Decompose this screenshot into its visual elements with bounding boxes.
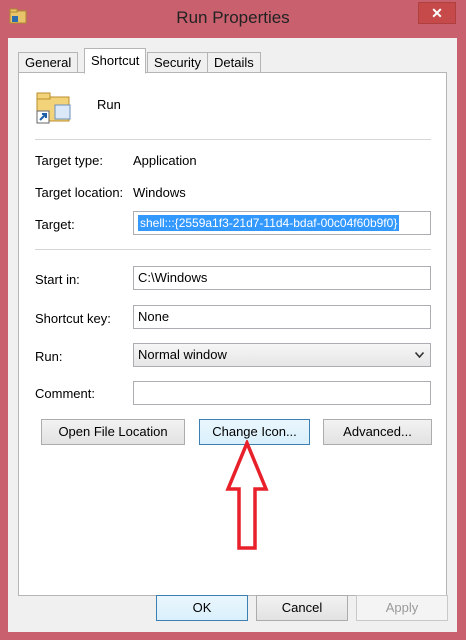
close-button[interactable]: ✕ bbox=[418, 2, 456, 24]
tab-security[interactable]: Security bbox=[147, 52, 208, 74]
tab-general[interactable]: General bbox=[18, 52, 79, 74]
comment-field[interactable] bbox=[133, 381, 431, 405]
advanced-button[interactable]: Advanced... bbox=[323, 419, 432, 445]
chevron-down-icon bbox=[415, 352, 424, 358]
start-in-label: Start in: bbox=[35, 272, 80, 287]
separator bbox=[35, 139, 431, 140]
target-location-value: Windows bbox=[133, 185, 186, 200]
shortcut-name: Run bbox=[97, 97, 121, 112]
up-arrow-annotation bbox=[225, 440, 269, 550]
run-folder-icon bbox=[36, 92, 71, 124]
run-select-value: Normal window bbox=[138, 347, 227, 362]
target-location-label: Target location: bbox=[35, 185, 124, 200]
target-type-value: Application bbox=[133, 153, 197, 168]
shortcut-key-label: Shortcut key: bbox=[35, 311, 111, 326]
open-file-location-button[interactable]: Open File Location bbox=[41, 419, 185, 445]
tab-details[interactable]: Details bbox=[207, 52, 261, 74]
start-in-field[interactable]: C:\Windows bbox=[133, 266, 431, 290]
separator bbox=[35, 249, 431, 250]
shortcut-key-field[interactable]: None bbox=[133, 305, 431, 329]
run-label: Run: bbox=[35, 349, 63, 364]
comment-label: Comment: bbox=[35, 386, 95, 401]
tab-shortcut[interactable]: Shortcut bbox=[84, 48, 147, 74]
cancel-button[interactable]: Cancel bbox=[256, 595, 348, 621]
title-bar[interactable]: Run Properties ✕ bbox=[0, 0, 466, 36]
target-field[interactable]: shell:::{2559a1f3-21d7-11d4-bdaf-00c04f6… bbox=[133, 211, 431, 235]
apply-button[interactable]: Apply bbox=[356, 595, 448, 621]
target-type-label: Target type: bbox=[35, 153, 103, 168]
target-value: shell:::{2559a1f3-21d7-11d4-bdaf-00c04f6… bbox=[138, 215, 400, 231]
ok-button[interactable]: OK bbox=[156, 595, 248, 621]
window-title: Run Properties bbox=[176, 8, 290, 27]
target-label: Target: bbox=[35, 217, 75, 232]
run-select[interactable]: Normal window bbox=[133, 343, 431, 367]
